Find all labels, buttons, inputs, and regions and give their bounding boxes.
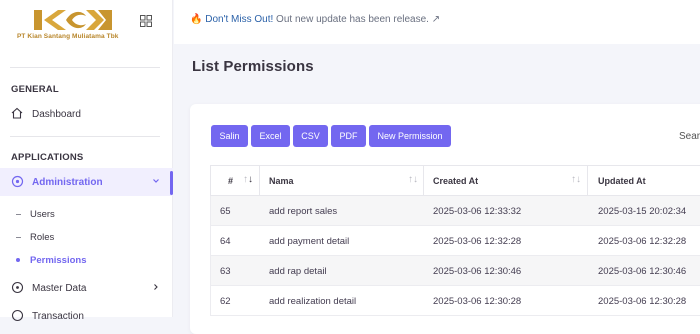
cell-created: 2025-03-06 12:32:28 [433, 236, 522, 247]
cell-created: 2025-03-06 12:33:32 [433, 206, 522, 217]
sidebar-item-dashboard[interactable]: Dashboard [0, 100, 173, 128]
sidebar-subitem-label: Users [30, 209, 55, 220]
cell-updated: 2025-03-06 12:32:28 [598, 236, 687, 247]
excel-button[interactable]: Excel [251, 125, 290, 147]
grid-icon[interactable] [140, 15, 152, 27]
bullet-dot [16, 258, 20, 262]
external-link-icon: ↗ [431, 14, 441, 25]
sidebar-item-label: Dashboard [32, 109, 81, 120]
circle-icon [11, 281, 24, 294]
table-header: # ↑↓ Nama ↑↓ Created At ↑↓ Updated At [210, 165, 700, 197]
cell-created: 2025-03-06 12:30:46 [433, 266, 522, 277]
cell-id: 65 [220, 206, 231, 217]
cell-id: 63 [220, 266, 231, 277]
fire-icon: 🔥 [190, 14, 203, 25]
section-applications: APPLICATIONS [11, 152, 84, 163]
cell-nama: add payment detail [269, 236, 350, 247]
table-row[interactable]: 65 add report sales 2025-03-06 12:33:32 … [210, 196, 700, 226]
sort-icon[interactable]: ↑↓ [243, 174, 253, 185]
topbar: 🔥 Don't Miss Out! Out new update has bee… [174, 0, 700, 44]
cell-nama: add report sales [269, 206, 338, 217]
cell-nama: add realization detail [269, 296, 357, 307]
sidebar-subitem-label: Permissions [30, 255, 87, 266]
sort-icon[interactable]: ↑↓ [408, 174, 418, 185]
divider [10, 136, 160, 137]
notice-link[interactable]: Don't Miss Out! [205, 14, 273, 25]
cell-id: 62 [220, 296, 231, 307]
csv-button[interactable]: CSV [293, 125, 328, 147]
column-header-created[interactable]: Created At [433, 176, 478, 186]
cell-id: 64 [220, 236, 231, 247]
section-general: GENERAL [11, 84, 59, 95]
pdf-button[interactable]: PDF [331, 125, 366, 147]
table-row[interactable]: 62 add realization detail 2025-03-06 12:… [210, 286, 700, 316]
page-title: List Permissions [192, 58, 314, 75]
cell-updated: 2025-03-06 12:30:46 [598, 266, 687, 277]
chevron-right-icon [154, 284, 158, 290]
column-header-nama[interactable]: Nama [269, 176, 294, 186]
table-row[interactable]: 63 add rap detail 2025-03-06 12:30:46 20… [210, 256, 700, 286]
column-header-updated[interactable]: Updated At [598, 176, 646, 186]
table-row[interactable]: 64 add payment detail 2025-03-06 12:32:2… [210, 226, 700, 256]
cell-updated: 2025-03-15 20:02:34 [598, 206, 687, 217]
bullet-dash [16, 214, 21, 215]
bullet-dash [16, 237, 21, 238]
divider [10, 67, 160, 68]
column-header-id[interactable]: # [228, 176, 233, 186]
cell-updated: 2025-03-06 12:30:28 [598, 296, 687, 307]
divider [423, 166, 424, 197]
cell-created: 2025-03-06 12:30:28 [433, 296, 522, 307]
sidebar-subitem-users[interactable]: Users [0, 206, 173, 224]
cell-nama: add rap detail [269, 266, 327, 277]
sidebar-item-master-data[interactable]: Master Data [0, 274, 173, 302]
divider [259, 166, 260, 197]
sidebar-subitem-label: Roles [30, 232, 55, 243]
brand[interactable]: PT Kian Santang Muliatama Tbk [0, 0, 173, 52]
home-icon [11, 107, 23, 119]
circle-icon [11, 309, 24, 322]
chevron-down-icon [153, 179, 159, 183]
sidebar-item-administration[interactable]: Administration [0, 168, 173, 196]
divider [587, 166, 588, 197]
sidebar-subitem-roles[interactable]: Roles [0, 229, 173, 247]
notice-text: Out new update has been release. [273, 14, 429, 25]
company-logo [34, 10, 112, 30]
sidebar: PT Kian Santang Muliatama Tbk GENERAL Da… [0, 0, 173, 322]
copy-button[interactable]: Salin [211, 125, 248, 147]
sidebar-item-label: Master Data [32, 283, 87, 294]
update-notice[interactable]: 🔥 Don't Miss Out! Out new update has bee… [190, 14, 440, 25]
new-permission-button[interactable]: New Permission [369, 125, 451, 147]
settings-circle-icon [11, 175, 24, 188]
sidebar-subitem-permissions[interactable]: Permissions [0, 252, 173, 270]
sidebar-item-label: Administration [32, 177, 103, 188]
sidebar-item-transaction[interactable]: Transaction [0, 302, 173, 330]
company-name: PT Kian Santang Muliatama Tbk [17, 33, 119, 40]
sort-icon[interactable]: ↑↓ [571, 174, 581, 185]
search-label: Search: [679, 131, 700, 142]
